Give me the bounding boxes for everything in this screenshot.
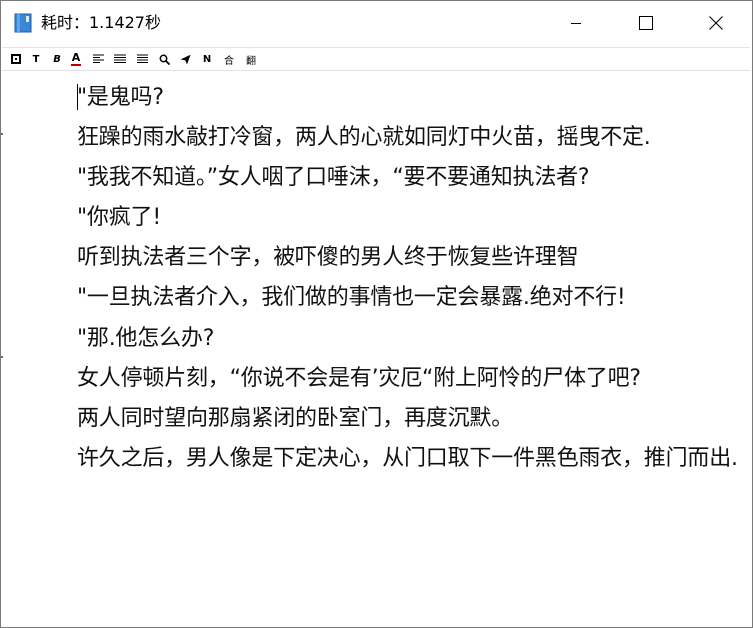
- paragraph: "我我不知道。”女人咽了口唾沫，“要不要通知执法者?: [77, 165, 590, 191]
- minimize-icon: [570, 17, 582, 29]
- app-window: 耗时：1.1427秒 T B A N 合 翻 "是鬼吗? 狂躁的雨水敲打冷窗，两…: [0, 0, 753, 628]
- text-t-label: T: [32, 53, 40, 65]
- search-button[interactable]: [154, 48, 174, 70]
- n-label: N: [202, 53, 212, 65]
- translate-button[interactable]: 翻: [241, 48, 261, 70]
- align-left-button[interactable]: [88, 48, 108, 70]
- paragraph: 女人停顿片刻，“你说不会是有’灾厄“附上阿怜的尸体了吧?: [77, 365, 641, 391]
- close-icon: [708, 15, 724, 31]
- frame-icon: [11, 54, 21, 64]
- search-icon: [159, 54, 170, 65]
- maximize-button[interactable]: [623, 1, 669, 45]
- text-editor[interactable]: "是鬼吗? 狂躁的雨水敲打冷窗，两人的心就如同灯中火苗，摇曳不定. "我我不知道…: [5, 73, 750, 627]
- notebook-icon: [14, 13, 32, 33]
- merge-button[interactable]: 合: [219, 48, 239, 70]
- paragraph: 听到执法者三个字，被吓傻的男人终于恢复些许理智: [77, 245, 579, 271]
- paragraph: "一旦执法者介入，我们做的事情也一定会暴露.绝对不行!: [77, 285, 626, 311]
- paragraph: "是鬼吗?: [77, 85, 164, 110]
- merge-label: 合: [224, 55, 234, 67]
- minimize-button[interactable]: [553, 1, 599, 45]
- align-justify-button[interactable]: [110, 48, 130, 70]
- align-right-button[interactable]: [132, 48, 152, 70]
- edge-marker: [1, 133, 3, 135]
- font-color-button[interactable]: A: [66, 48, 86, 70]
- paragraph: 两人同时望向那扇紧闭的卧室门，再度沉默。: [77, 405, 514, 431]
- font-color-bar: [71, 64, 81, 66]
- maximize-icon: [638, 15, 654, 31]
- send-button[interactable]: [175, 48, 195, 70]
- align-left-icon: [92, 54, 104, 64]
- toolbar: T B A N 合 翻: [2, 47, 750, 71]
- edge-marker: [1, 356, 3, 358]
- paragraph: 许久之后，男人像是下定决心，从门口取下一件黑色雨衣，推门而出.: [77, 445, 738, 471]
- align-justify-icon: [114, 54, 126, 64]
- close-button[interactable]: [693, 1, 739, 45]
- frame-button[interactable]: [6, 48, 26, 70]
- n-button[interactable]: N: [197, 48, 217, 70]
- font-color-label: A: [71, 51, 81, 64]
- bold-button[interactable]: B: [47, 48, 67, 70]
- window-title: 耗时：1.1427秒: [41, 13, 161, 32]
- text-caret: [77, 84, 78, 110]
- paragraph: 狂躁的雨水敲打冷窗，两人的心就如同灯中火苗，摇曳不定.: [77, 125, 651, 151]
- paragraph: "你疯了!: [77, 205, 161, 231]
- paragraph: "那.他怎么办?: [77, 325, 215, 351]
- text-t-button[interactable]: T: [26, 48, 46, 70]
- title-bar[interactable]: 耗时：1.1427秒: [1, 1, 752, 45]
- send-icon: [180, 54, 191, 65]
- translate-label: 翻: [246, 55, 256, 67]
- bold-label: B: [53, 53, 61, 65]
- align-right-icon: [136, 54, 148, 64]
